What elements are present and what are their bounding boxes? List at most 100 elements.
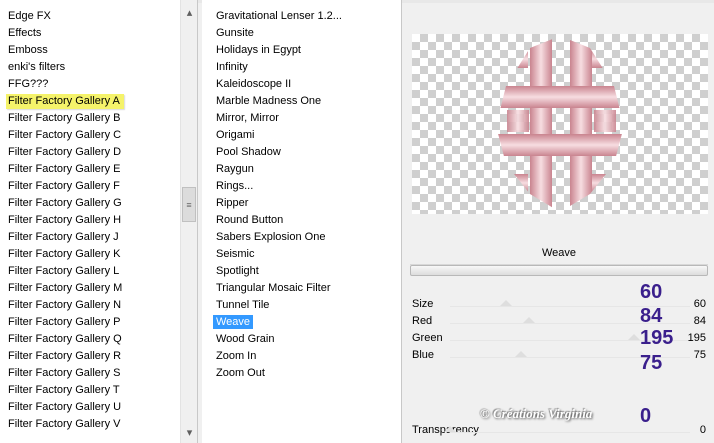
filter-item-label: Marble Madness One [216,95,322,107]
category-item-label: Filter Factory Gallery R [8,350,122,362]
category-item[interactable]: Filter Factory Gallery F [0,178,180,195]
slider-thumb[interactable] [522,317,535,323]
filter-item-label: Tunnel Tile [216,299,270,311]
slider-thumb[interactable] [444,426,456,432]
filter-item-label: Weave [213,315,254,329]
filter-item[interactable]: Wood Grain [202,331,401,348]
category-item[interactable]: Edge FX [0,8,180,25]
filter-item[interactable]: Ripper [202,195,401,212]
filter-item[interactable]: Seismic [202,246,401,263]
category-item-label: Effects [8,27,42,39]
slider-row[interactable]: Size 60 [410,296,710,313]
category-item[interactable]: Filter Factory Gallery H [0,212,180,229]
filter-list-panel: Gravitational Lenser 1.2... Gunsite Holida… [202,0,402,443]
category-item[interactable]: Filter Factory Gallery R [0,348,180,365]
value-annotation: 84 [640,305,663,327]
filter-title: Weave [410,241,708,265]
filter-item-label: Spotlight [216,265,259,277]
filter-item[interactable]: Gunsite [202,25,401,42]
slider-value: 0 [699,424,706,436]
category-item-label: Filter Factory Gallery T [8,384,120,396]
category-item[interactable]: Emboss [0,42,180,59]
scroll-thumb[interactable]: ≡ [182,187,196,222]
category-item-label: Filter Factory Gallery U [8,401,122,413]
filter-item[interactable]: Pool Shadow [202,144,401,161]
slider-thumb[interactable] [514,351,527,357]
category-item[interactable]: Filter Factory Gallery V [0,416,180,433]
filter-item[interactable]: Marble Madness One [202,93,401,110]
filter-item-label: Holidays in Egypt [216,44,301,56]
category-item[interactable]: Filter Factory Gallery L [0,263,180,280]
slider-row[interactable]: Transparency 0 [410,422,710,439]
category-item[interactable]: Filter Factory Gallery C [0,127,180,144]
filter-item-label: Triangular Mosaic Filter [216,282,331,294]
filter-item[interactable]: Weave [202,314,401,331]
category-item[interactable]: Filter Factory Gallery P [0,314,180,331]
category-item-label: FFG??? [8,78,49,90]
filter-item-label: Wood Grain [216,333,275,345]
slider-row[interactable]: Blue 75 [410,347,710,364]
category-item-label: Filter Factory Gallery S [8,367,121,379]
filter-item-label: Raygun [216,163,254,175]
filter-item[interactable]: Sabers Explosion One [202,229,401,246]
filter-item[interactable]: Spotlight [202,263,401,280]
category-item[interactable]: Filter Factory Gallery G [0,195,180,212]
slider-value: 60 [693,298,706,310]
category-item[interactable]: Filter Factory Gallery J [0,229,180,246]
slider-value: 75 [693,349,706,361]
category-item[interactable]: Filter Factory Gallery Q [0,331,180,348]
category-item[interactable]: Filter Factory Gallery U [0,399,180,416]
filter-item[interactable]: Mirror, Mirror [202,110,401,127]
slider-thumb[interactable] [500,300,513,306]
scroll-down-arrow-icon[interactable]: ▾ [181,424,197,441]
category-item[interactable]: Filter Factory Gallery E [0,161,180,178]
filter-item[interactable]: Round Button [202,212,401,229]
slider-label: Size [412,298,434,310]
value-annotation: 75 [640,352,663,374]
category-item-label: Filter Factory Gallery N [8,299,122,311]
filter-item[interactable]: Tunnel Tile [202,297,401,314]
category-item[interactable]: Filter Factory Gallery T [0,382,180,399]
slider-value: 195 [687,332,706,344]
category-item-label: Emboss [8,44,48,56]
watermark: © Créations Virginia [480,406,593,421]
category-item[interactable]: Filter Factory Gallery S [0,365,180,382]
slider-value: 84 [693,315,706,327]
filter-item-label: Gunsite [216,27,254,39]
filter-item[interactable]: Infinity [202,59,401,76]
filter-item[interactable]: Triangular Mosaic Filter [202,280,401,297]
category-item[interactable]: Filter Factory Gallery B [0,110,180,127]
category-item-label: enki's filters [8,61,66,73]
filter-item-label: Origami [216,129,255,141]
category-item[interactable]: Filter Factory Gallery A [0,93,180,110]
value-annotation: 60 [640,281,663,303]
filter-item[interactable]: Holidays in Egypt [202,42,401,59]
category-scrollbar[interactable]: ▴ ≡ ▾ [180,0,197,443]
filter-item-label: Zoom In [216,350,257,362]
filter-item[interactable]: Raygun [202,161,401,178]
category-item[interactable]: Effects [0,25,180,42]
slider-track[interactable] [450,432,690,433]
scroll-up-arrow-icon[interactable]: ▴ [181,4,197,21]
filter-item[interactable]: Zoom Out [202,365,401,382]
slider-thumb[interactable] [627,334,640,340]
category-item[interactable]: FFG??? [0,76,180,93]
filter-item-label: Pool Shadow [216,146,281,158]
category-item[interactable]: Filter Factory Gallery D [0,144,180,161]
category-item-label: Filter Factory Gallery B [8,112,121,124]
filter-item-label: Gravitational Lenser 1.2... [216,10,342,22]
progress-bar [410,265,708,276]
category-item[interactable]: Filter Factory Gallery M [0,280,180,297]
filter-item[interactable]: Rings... [202,178,401,195]
category-item[interactable]: Filter Factory Gallery K [0,246,180,263]
category-item[interactable]: Filter Factory Gallery N [0,297,180,314]
filter-item[interactable]: Kaleidoscope II [202,76,401,93]
filter-item-label: Kaleidoscope II [216,78,292,90]
category-item[interactable]: enki's filters [0,59,180,76]
filter-item[interactable]: Origami [202,127,401,144]
filter-item-label: Rings... [216,180,254,192]
filter-item[interactable]: Gravitational Lenser 1.2... [202,8,401,25]
filter-item-label: Infinity [216,61,248,73]
category-item-label: Filter Factory Gallery L [8,265,120,277]
filter-item[interactable]: Zoom In [202,348,401,365]
